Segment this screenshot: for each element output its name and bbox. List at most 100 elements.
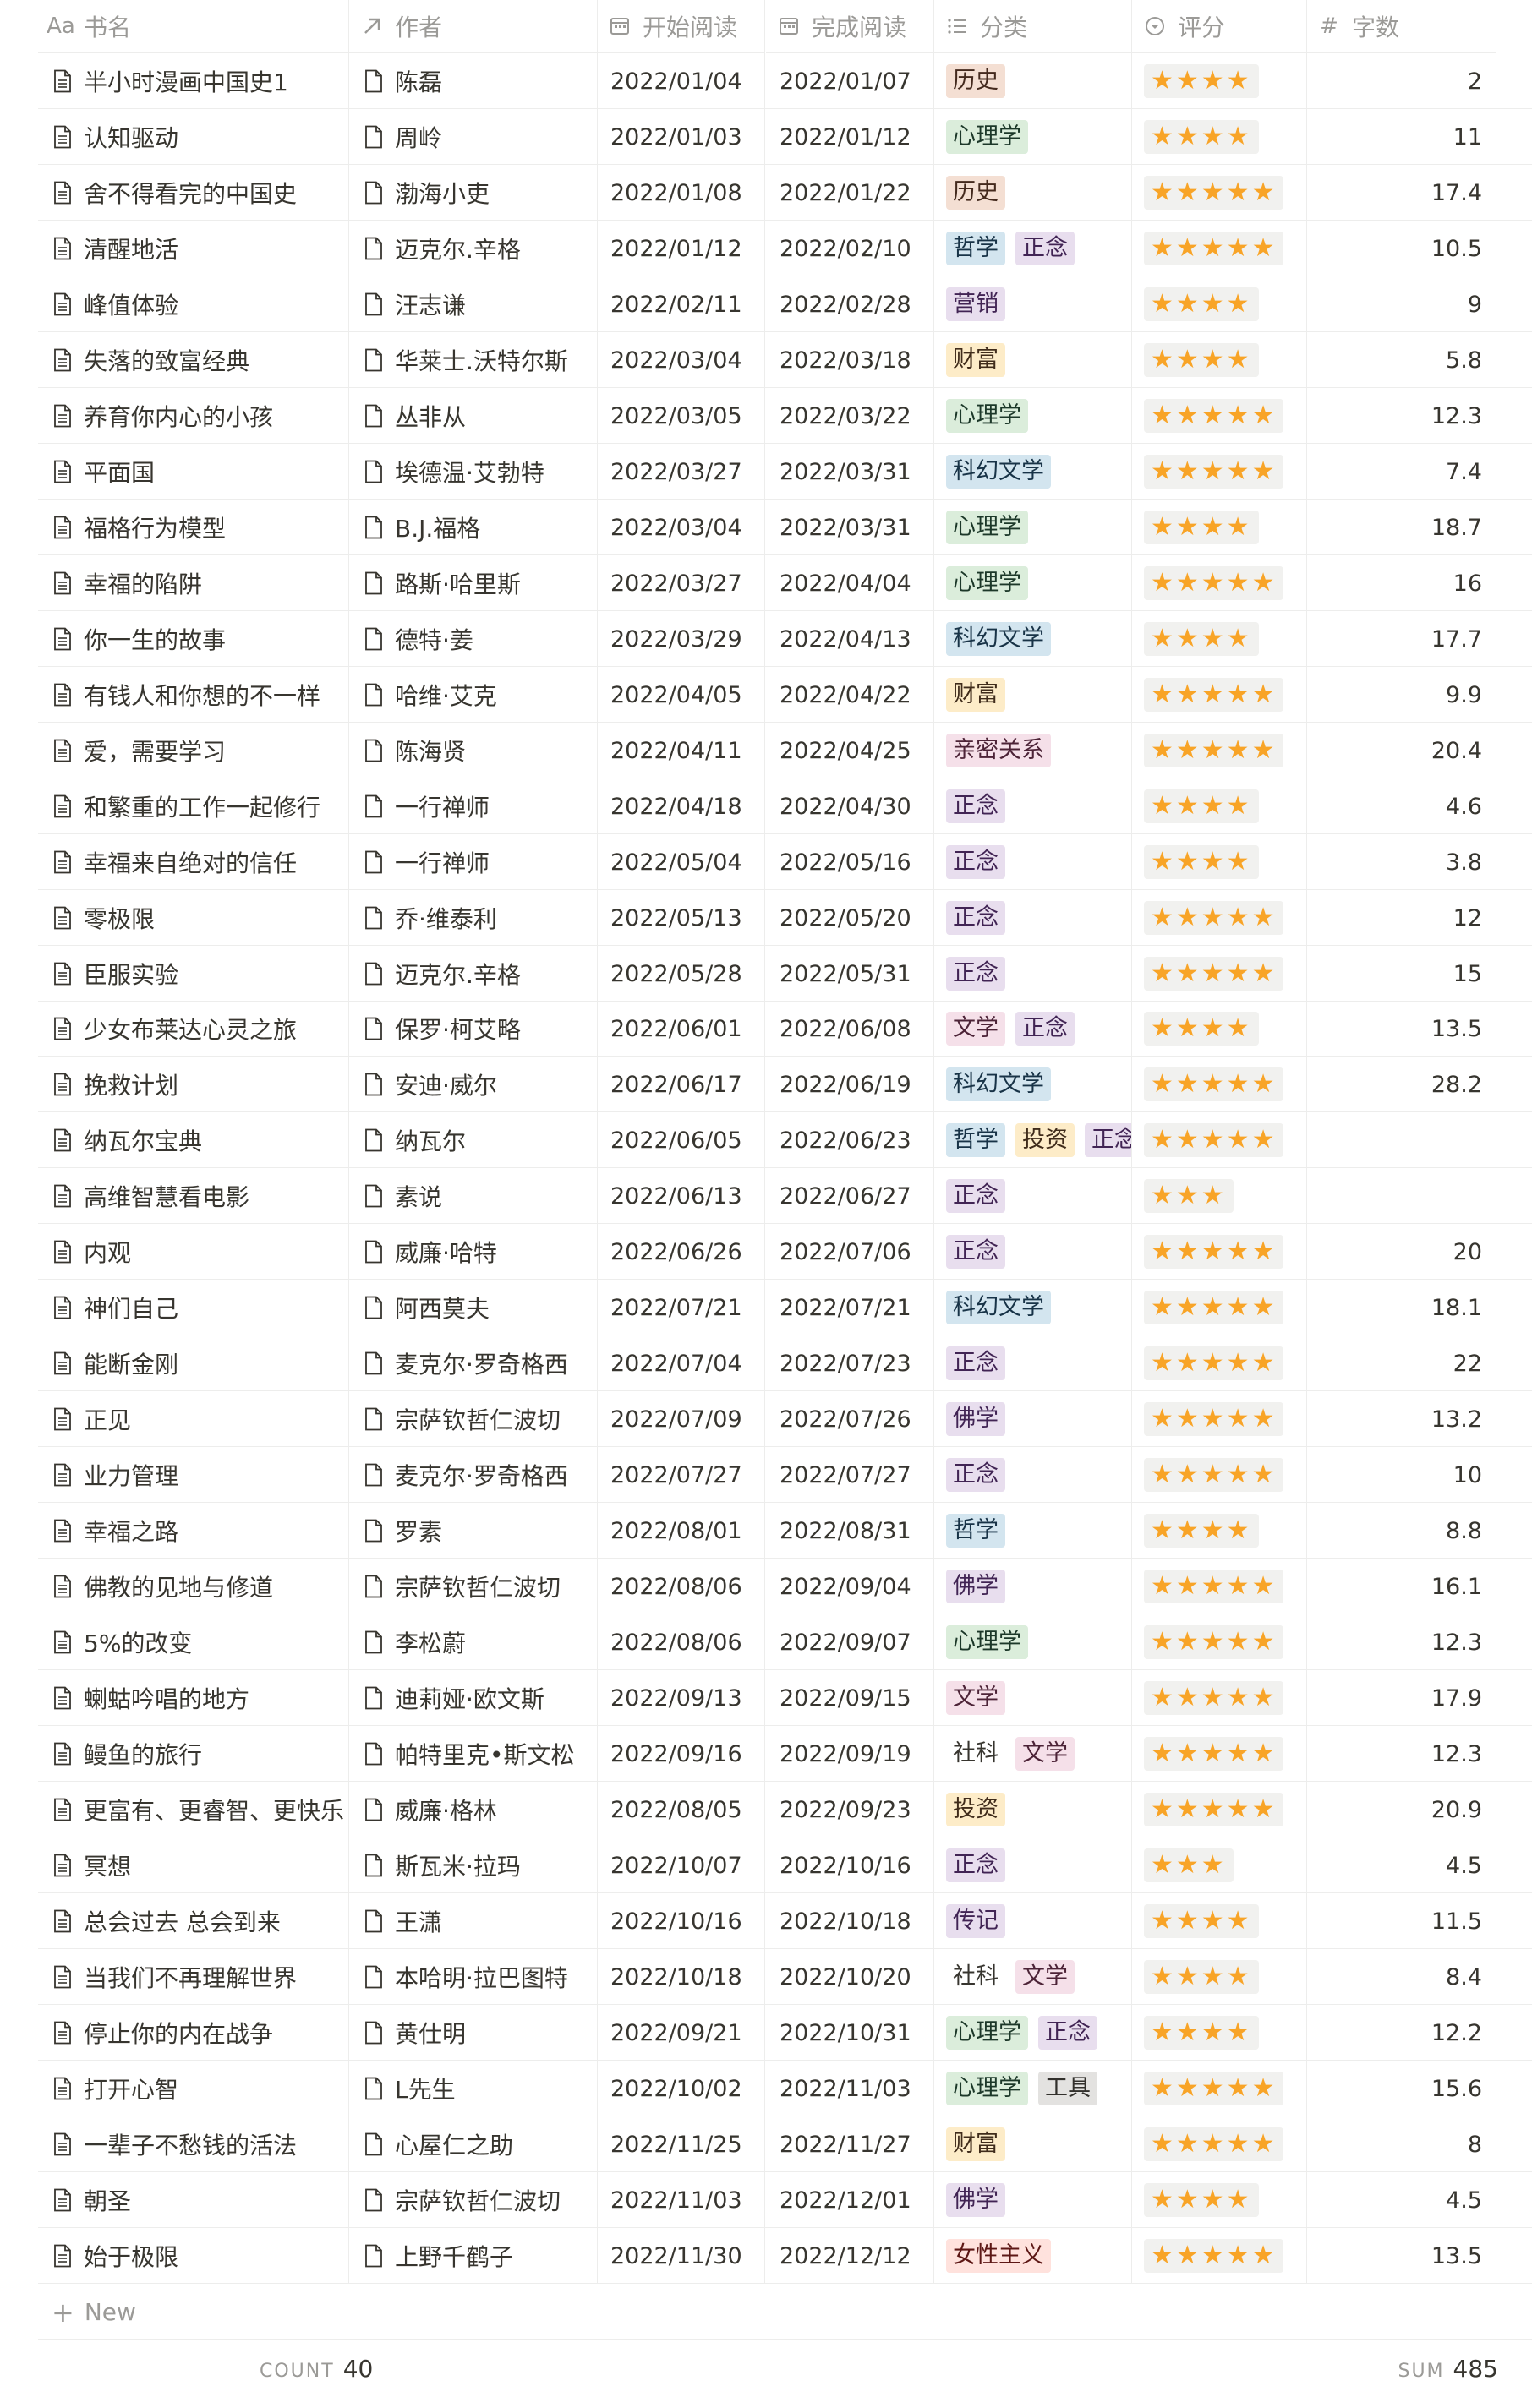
- book-title-cell[interactable]: 挽救计划: [38, 1057, 349, 1112]
- category-cell[interactable]: 正念: [934, 1837, 1132, 1893]
- word-count-cell[interactable]: 11: [1306, 109, 1496, 165]
- start-date-cell[interactable]: 2022/04/05: [597, 667, 765, 723]
- start-date-cell[interactable]: 2022/08/05: [597, 1782, 765, 1837]
- category-cell[interactable]: 社科 文学: [934, 1949, 1132, 2005]
- start-date-cell[interactable]: 2022/08/06: [597, 1559, 765, 1614]
- end-date-cell[interactable]: 2022/06/23: [766, 1112, 934, 1168]
- rating-cell[interactable]: ★★★★★: [1132, 555, 1307, 611]
- category-cell[interactable]: 正念: [934, 778, 1132, 834]
- end-date-cell[interactable]: 2022/09/04: [766, 1559, 934, 1614]
- start-date-cell[interactable]: 2022/03/27: [597, 555, 765, 611]
- category-cell[interactable]: 心理学: [934, 109, 1132, 165]
- rating-cell[interactable]: ★★★★★: [1132, 1447, 1307, 1503]
- author-cell[interactable]: 宗萨钦哲仁波切: [349, 1559, 598, 1614]
- book-title-cell[interactable]: 幸福的陷阱: [38, 555, 349, 611]
- word-count-cell[interactable]: 12: [1306, 890, 1496, 946]
- author-cell[interactable]: 斯瓦米·拉玛: [349, 1837, 598, 1893]
- table-row[interactable]: 5%的改变 李松蔚 2022/08/06 2022/09/07 心理学 ★★★★★ 12.3: [38, 1614, 1532, 1670]
- table-row[interactable]: 失落的致富经典 华莱士.沃特尔斯 2022/03/04 2022/03/18 财富 ★★★…: [38, 332, 1532, 388]
- author-cell[interactable]: 宗萨钦哲仁波切: [349, 1391, 598, 1447]
- table-row[interactable]: 舍不得看完的中国史 渤海小吏 2022/01/08 2022/01/22 历史 ★★★★★…: [38, 165, 1532, 221]
- word-count-cell[interactable]: 7.4: [1306, 444, 1496, 500]
- book-title-cell[interactable]: 内观: [38, 1224, 349, 1280]
- book-title-cell[interactable]: 能断金刚: [38, 1335, 349, 1391]
- book-title-cell[interactable]: 认知驱动: [38, 109, 349, 165]
- book-title-cell[interactable]: 业力管理: [38, 1447, 349, 1503]
- category-cell[interactable]: 佛学: [934, 1559, 1132, 1614]
- end-date-cell[interactable]: 2022/04/13: [766, 611, 934, 667]
- table-row[interactable]: 你一生的故事 德特·姜 2022/03/29 2022/04/13 科幻文学 ★★★★ 17…: [38, 611, 1532, 667]
- table-row[interactable]: 当我们不再理解世界 本哈明·拉巴图特 2022/10/18 2022/10/20 社科文…: [38, 1949, 1532, 2005]
- rating-cell[interactable]: ★★★★: [1132, 1949, 1307, 2005]
- word-count-cell[interactable]: 20.9: [1306, 1782, 1496, 1837]
- author-cell[interactable]: 德特·姜: [349, 611, 598, 667]
- author-cell[interactable]: 帕特里克•斯文松: [349, 1726, 598, 1782]
- end-date-cell[interactable]: 2022/06/08: [766, 1001, 934, 1057]
- rating-cell[interactable]: ★★★★★: [1132, 1559, 1307, 1614]
- end-date-cell[interactable]: 2022/01/22: [766, 165, 934, 221]
- rating-cell[interactable]: ★★★★: [1132, 1503, 1307, 1559]
- book-title-cell[interactable]: 一辈子不愁钱的活法: [38, 2116, 349, 2172]
- end-date-cell[interactable]: 2022/02/28: [766, 276, 934, 332]
- category-cell[interactable]: 历史: [934, 165, 1132, 221]
- rating-cell[interactable]: ★★★★: [1132, 500, 1307, 555]
- book-title-cell[interactable]: 打开心智: [38, 2061, 349, 2116]
- start-date-cell[interactable]: 2022/07/09: [597, 1391, 765, 1447]
- category-cell[interactable]: 心理学: [934, 500, 1132, 555]
- word-count-cell[interactable]: 17.7: [1306, 611, 1496, 667]
- category-cell[interactable]: 社科 文学: [934, 1726, 1132, 1782]
- book-title-cell[interactable]: 5%的改变: [38, 1614, 349, 1670]
- end-date-cell[interactable]: 2022/07/27: [766, 1447, 934, 1503]
- rating-cell[interactable]: ★★★★★: [1132, 1670, 1307, 1726]
- word-count-cell[interactable]: 16.1: [1306, 1559, 1496, 1614]
- word-count-cell[interactable]: 22: [1306, 1335, 1496, 1391]
- word-count-cell[interactable]: 12.3: [1306, 388, 1496, 444]
- word-count-cell[interactable]: 18.1: [1306, 1280, 1496, 1335]
- start-date-cell[interactable]: 2022/09/13: [597, 1670, 765, 1726]
- word-count-cell[interactable]: 4.5: [1306, 1837, 1496, 1893]
- rating-cell[interactable]: ★★★★: [1132, 1893, 1307, 1949]
- rating-cell[interactable]: ★★★★★: [1132, 890, 1307, 946]
- word-count-cell[interactable]: 4.6: [1306, 778, 1496, 834]
- end-date-cell[interactable]: 2022/11/03: [766, 2061, 934, 2116]
- table-row[interactable]: 挽救计划 安迪·威尔 2022/06/17 2022/06/19 科幻文学 ★★★★★ 28…: [38, 1057, 1532, 1112]
- start-date-cell[interactable]: 2022/06/13: [597, 1168, 765, 1224]
- rating-cell[interactable]: ★★★★: [1132, 276, 1307, 332]
- rating-cell[interactable]: ★★★★: [1132, 2005, 1307, 2061]
- end-date-cell[interactable]: 2022/01/12: [766, 109, 934, 165]
- table-row[interactable]: 神们自己 阿西莫夫 2022/07/21 2022/07/21 科幻文学 ★★★★★ 18.…: [38, 1280, 1532, 1335]
- book-title-cell[interactable]: 零极限: [38, 890, 349, 946]
- start-date-cell[interactable]: 2022/08/06: [597, 1614, 765, 1670]
- book-title-cell[interactable]: 更富有、更睿智、更快乐: [38, 1782, 349, 1837]
- word-count-cell[interactable]: 2: [1306, 53, 1496, 109]
- end-date-cell[interactable]: 2022/05/31: [766, 946, 934, 1002]
- start-date-cell[interactable]: 2022/10/02: [597, 2061, 765, 2116]
- word-count-cell[interactable]: 10: [1306, 1447, 1496, 1503]
- category-cell[interactable]: 女性主义: [934, 2228, 1132, 2284]
- book-title-cell[interactable]: 失落的致富经典: [38, 332, 349, 388]
- rating-cell[interactable]: ★★★★: [1132, 611, 1307, 667]
- rating-cell[interactable]: ★★★★: [1132, 1001, 1307, 1057]
- word-count-cell[interactable]: 5.8: [1306, 332, 1496, 388]
- book-title-cell[interactable]: 养育你内心的小孩: [38, 388, 349, 444]
- table-row[interactable]: 朝圣 宗萨钦哲仁波切 2022/11/03 2022/12/01 佛学 ★★★★ 4.5: [38, 2172, 1532, 2228]
- rating-cell[interactable]: ★★★★★: [1132, 221, 1307, 276]
- rating-cell[interactable]: ★★★★★: [1132, 165, 1307, 221]
- table-row[interactable]: 能断金刚 麦克尔·罗奇格西 2022/07/04 2022/07/23 正念 ★★★★★ 2…: [38, 1335, 1532, 1391]
- end-date-cell[interactable]: 2022/04/25: [766, 723, 934, 778]
- author-cell[interactable]: B.J.福格: [349, 500, 598, 555]
- end-date-cell[interactable]: 2022/09/07: [766, 1614, 934, 1670]
- rating-cell[interactable]: ★★★★★: [1132, 2228, 1307, 2284]
- start-date-cell[interactable]: 2022/04/18: [597, 778, 765, 834]
- category-cell[interactable]: 心理学: [934, 555, 1132, 611]
- rating-cell[interactable]: ★★★: [1132, 1168, 1307, 1224]
- rating-cell[interactable]: ★★★★: [1132, 2172, 1307, 2228]
- author-cell[interactable]: 宗萨钦哲仁波切: [349, 2172, 598, 2228]
- word-count-cell[interactable]: 13.5: [1306, 1001, 1496, 1057]
- book-title-cell[interactable]: 清醒地活: [38, 221, 349, 276]
- end-date-cell[interactable]: 2022/02/10: [766, 221, 934, 276]
- table-row[interactable]: 爱，需要学习 陈海贤 2022/04/11 2022/04/25 亲密关系 ★★★★★ 20…: [38, 723, 1532, 778]
- end-date-cell[interactable]: 2022/07/26: [766, 1391, 934, 1447]
- word-count-cell[interactable]: 9: [1306, 276, 1496, 332]
- word-count-cell[interactable]: 13.2: [1306, 1391, 1496, 1447]
